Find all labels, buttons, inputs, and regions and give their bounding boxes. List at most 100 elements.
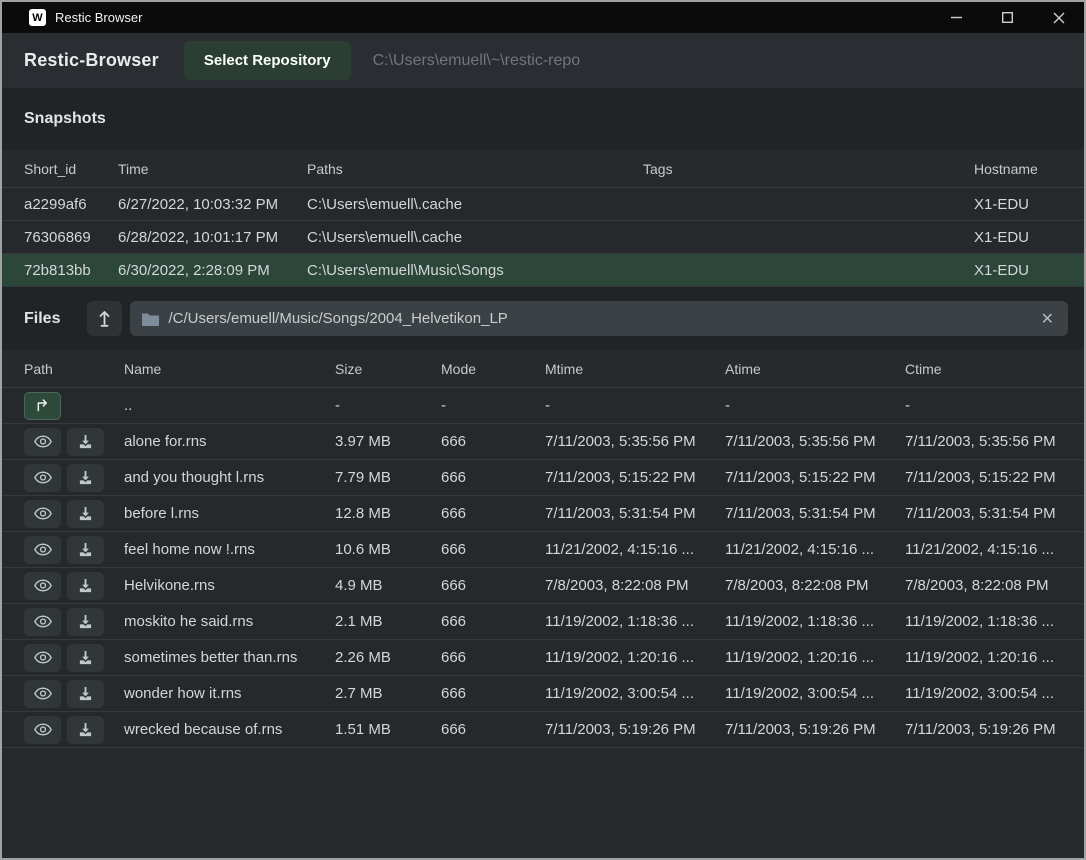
file-name: .. [124,397,335,414]
clear-path-button[interactable]: ✕ [1039,309,1056,329]
file-row[interactable]: moskito he said.rns 2.1 MB 666 11/19/200… [2,604,1084,640]
app-logo-icon: W [29,9,46,26]
eye-icon [34,651,52,664]
file-ctime: 11/19/2002, 1:20:16 ... [905,649,1068,666]
preview-file-button[interactable] [24,572,61,600]
preview-file-button[interactable] [24,464,61,492]
snapshots-heading: Snapshots [24,110,106,128]
download-icon [78,542,93,557]
file-row[interactable]: and you thought l.rns 7.79 MB 666 7/11/2… [2,460,1084,496]
file-ctime: 7/11/2003, 5:19:26 PM [905,721,1068,738]
download-file-button[interactable] [67,608,104,636]
file-size: 2.1 MB [335,613,441,630]
download-file-button[interactable] [67,428,104,456]
file-row[interactable]: before l.rns 12.8 MB 666 7/11/2003, 5:31… [2,496,1084,532]
arrow-up-right-icon [35,398,50,413]
file-row[interactable]: sometimes better than.rns 2.26 MB 666 11… [2,640,1084,676]
app-header: Restic-Browser Select Repository C:\User… [2,33,1084,88]
file-mtime: 11/19/2002, 3:00:54 ... [545,685,725,702]
file-atime: 11/19/2002, 1:18:36 ... [725,613,905,630]
snapshot-hostname: X1-EDU [974,229,1068,246]
select-repository-button[interactable]: Select Repository [184,41,351,80]
file-name: and you thought l.rns [124,469,335,486]
eye-icon [34,471,52,484]
files-section-header: Files /C/Users/emuell/Music/Songs/2004_H… [2,287,1084,350]
file-name: sometimes better than.rns [124,649,335,666]
download-icon [78,686,93,701]
file-name: alone for.rns [124,433,335,450]
window-title: Restic Browser [55,10,142,25]
snapshot-row[interactable]: 72b813bb 6/30/2022, 2:28:09 PM C:\Users\… [2,254,1084,287]
col-size: Size [335,361,441,377]
download-icon [78,578,93,593]
preview-file-button[interactable] [24,428,61,456]
snapshots-table-header: Short_id Time Paths Tags Hostname [2,150,1084,188]
file-row[interactable]: wrecked because of.rns 1.51 MB 666 7/11/… [2,712,1084,748]
preview-file-button[interactable] [24,500,61,528]
file-mode: - [441,397,545,414]
preview-file-button[interactable] [24,536,61,564]
minimize-button[interactable] [931,2,982,33]
file-path-input[interactable]: /C/Users/emuell/Music/Songs/2004_Helveti… [130,301,1068,336]
enter-parent-directory-button[interactable] [24,392,61,420]
snapshot-time: 6/27/2022, 10:03:32 PM [118,196,307,213]
preview-file-button[interactable] [24,680,61,708]
eye-icon [34,543,52,556]
col-ctime: Ctime [905,361,1068,377]
file-row[interactable]: feel home now !.rns 10.6 MB 666 11/21/20… [2,532,1084,568]
file-row[interactable]: wonder how it.rns 2.7 MB 666 11/19/2002,… [2,676,1084,712]
preview-file-button[interactable] [24,716,61,744]
file-size: 7.79 MB [335,469,441,486]
download-file-button[interactable] [67,536,104,564]
file-size: 1.51 MB [335,721,441,738]
file-row[interactable]: alone for.rns 3.97 MB 666 7/11/2003, 5:3… [2,424,1084,460]
maximize-button[interactable] [982,2,1033,33]
file-mode: 666 [441,433,545,450]
files-table-header: Path Name Size Mode Mtime Atime Ctime [2,350,1084,388]
file-size: - [335,397,441,414]
snapshot-hostname: X1-EDU [974,196,1068,213]
parent-directory-row[interactable]: .. - - - - - [2,388,1084,424]
file-mode: 666 [441,577,545,594]
col-name: Name [124,361,335,377]
col-time: Time [118,161,307,177]
file-row[interactable]: Helvikone.rns 4.9 MB 666 7/8/2003, 8:22:… [2,568,1084,604]
close-button[interactable] [1033,2,1084,33]
download-icon [78,506,93,521]
download-file-button[interactable] [67,572,104,600]
download-file-button[interactable] [67,500,104,528]
file-ctime: 11/19/2002, 3:00:54 ... [905,685,1068,702]
download-file-button[interactable] [67,680,104,708]
download-icon [78,650,93,665]
snapshots-section-header: Snapshots [2,88,1084,150]
snapshot-row[interactable]: 76306869 6/28/2022, 10:01:17 PM C:\Users… [2,221,1084,254]
file-ctime: 11/19/2002, 1:18:36 ... [905,613,1068,630]
eye-icon [34,723,52,736]
file-atime: 11/19/2002, 1:20:16 ... [725,649,905,666]
snapshot-paths: C:\Users\emuell\.cache [307,229,643,246]
download-file-button[interactable] [67,644,104,672]
file-mtime: 7/11/2003, 5:31:54 PM [545,505,725,522]
snapshot-row[interactable]: a2299af6 6/27/2022, 10:03:32 PM C:\Users… [2,188,1084,221]
file-size: 2.26 MB [335,649,441,666]
snapshot-short-id: a2299af6 [24,196,118,213]
file-mode: 666 [441,505,545,522]
go-parent-directory-button[interactable] [87,301,122,336]
col-tags: Tags [643,161,974,177]
snapshot-short-id: 76306869 [24,229,118,246]
download-icon [78,470,93,485]
file-mode: 666 [441,613,545,630]
preview-file-button[interactable] [24,608,61,636]
download-file-button[interactable] [67,716,104,744]
snapshot-time: 6/30/2022, 2:28:09 PM [118,262,307,279]
close-icon [1053,12,1065,24]
file-mtime: 7/11/2003, 5:15:22 PM [545,469,725,486]
preview-file-button[interactable] [24,644,61,672]
app-window: W Restic Browser Restic-Browser Select R… [0,0,1086,860]
download-file-button[interactable] [67,464,104,492]
file-atime: 7/11/2003, 5:35:56 PM [725,433,905,450]
snapshot-time: 6/28/2022, 10:01:17 PM [118,229,307,246]
file-atime: 7/11/2003, 5:19:26 PM [725,721,905,738]
download-icon [78,614,93,629]
col-atime: Atime [725,361,905,377]
